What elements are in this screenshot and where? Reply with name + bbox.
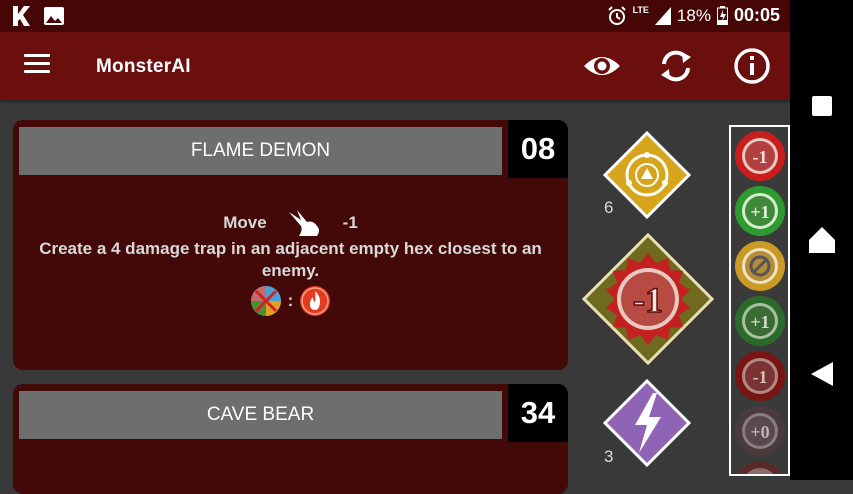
ability-text: Create a 4 damage trap in an adjacent em… [39,239,542,280]
system-nav-bar [790,0,853,480]
refresh-icon[interactable] [656,46,696,86]
battery-percent: 18% [676,5,711,25]
modifier-history-list[interactable]: -1 +1 +1 -1 +0 [729,125,790,476]
fire-element-icon [300,286,331,316]
monster-name-button[interactable]: FLAME DEMON [19,127,502,175]
move-value: -1 [342,213,358,232]
move-label: Move [223,213,267,232]
svg-text:+1: +1 [750,202,769,222]
flying-icon [288,210,319,236]
app-title: MonsterAI [96,56,191,77]
home-icon[interactable] [808,226,836,254]
modifier-coin-null [734,241,785,291]
signal-icon [654,6,671,25]
initiative-value: 34 [508,384,568,442]
modifier-coin: +0 [734,406,785,456]
clock: 00:05 [733,5,780,25]
monster-name-button[interactable]: CAVE BEAR [19,391,502,439]
svg-text:+1: +1 [750,312,769,332]
back-icon[interactable] [808,360,836,388]
element-separator: : [287,291,294,310]
modifier-coin [737,461,782,474]
modifier-coin: -1 [734,131,785,181]
modifier-coin: +1 [734,186,785,236]
monster-card-flame-demon[interactable]: FLAME DEMON 08 Move -1 Create a 4 damage… [13,120,568,370]
alarm-icon [607,5,626,25]
status-bar: LTE 18% 00:05 [0,0,790,32]
network-indicator: LTE [632,4,649,15]
recents-icon[interactable] [808,92,836,120]
ability-body: Move -1 Create a 4 damage trap in an adj… [13,210,568,317]
shield-stat-icon[interactable] [603,131,691,219]
svg-text:-1: -1 [752,147,767,167]
current-modifier-value: -1 [633,280,663,320]
app-k-icon [13,6,30,26]
shield-stat-count: 6 [604,198,614,217]
monster-card-cave-bear[interactable]: CAVE BEAR 34 [13,384,568,494]
modifier-coin: +1 [734,296,785,346]
svg-text:-1: -1 [752,367,767,387]
app-toolbar: MonsterAI [0,32,790,100]
eye-icon[interactable] [582,46,622,86]
initiative-value: 08 [508,120,568,178]
battery-icon [716,6,728,25]
svg-text:+0: +0 [750,422,769,442]
modifier-coin: -1 [734,351,785,401]
lightning-stat-icon[interactable] [603,379,691,467]
gallery-icon [44,7,64,25]
lightning-stat-count: 3 [604,447,614,466]
modifier-deck-current-card[interactable]: -1 [581,232,715,366]
menu-icon[interactable] [24,54,50,76]
any-element-icon [250,286,281,316]
info-icon[interactable] [732,46,772,86]
